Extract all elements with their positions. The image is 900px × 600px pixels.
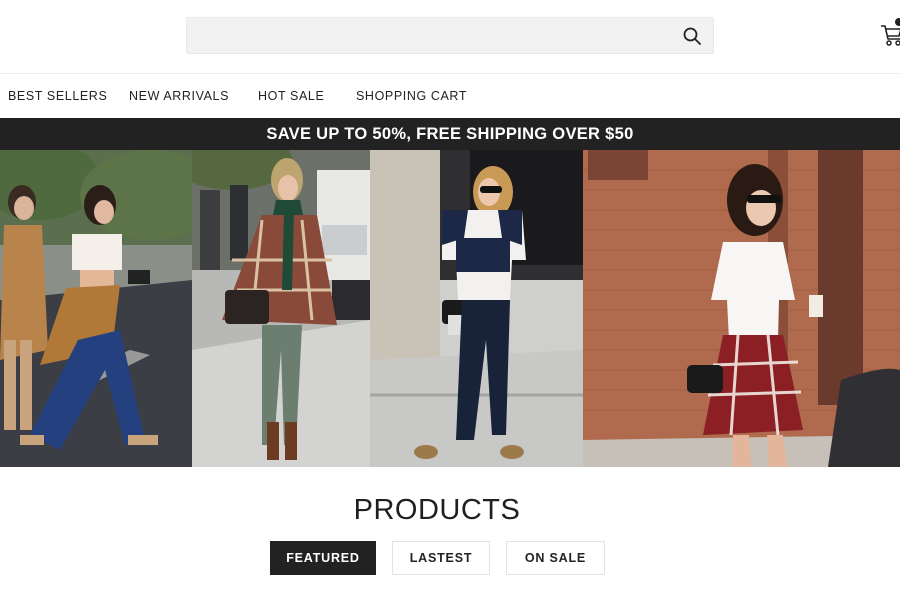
promo-banner: SAVE UP TO 50%, FREE SHIPPING OVER $50 bbox=[0, 118, 900, 150]
search-input[interactable] bbox=[187, 18, 667, 53]
nav-new-arrivals[interactable]: NEW ARRIVALS bbox=[129, 89, 229, 103]
tab-featured[interactable]: FEATURED bbox=[270, 541, 376, 575]
hero-photo-3[interactable] bbox=[370, 150, 583, 467]
nav-shopping-cart[interactable]: SHOPPING CART bbox=[356, 89, 467, 103]
hero-gallery bbox=[0, 150, 900, 467]
search-box bbox=[186, 17, 714, 54]
hero-photo-1[interactable] bbox=[0, 150, 192, 467]
search-icon[interactable] bbox=[681, 25, 703, 47]
hero-photo-2[interactable] bbox=[192, 150, 370, 467]
tab-lastest[interactable]: LASTEST bbox=[392, 541, 490, 575]
site-header bbox=[0, 0, 900, 74]
products-title: PRODUCTS bbox=[353, 494, 521, 526]
hero-photo-4[interactable] bbox=[583, 150, 900, 467]
main-nav: BEST SELLERS NEW ARRIVALS HOT SALE SHOPP… bbox=[0, 74, 900, 118]
nav-best-sellers[interactable]: BEST SELLERS bbox=[8, 89, 107, 103]
tab-on-sale[interactable]: ON SALE bbox=[506, 541, 605, 575]
promo-text: SAVE UP TO 50%, FREE SHIPPING OVER $50 bbox=[266, 124, 634, 143]
nav-hot-sale[interactable]: HOT SALE bbox=[258, 89, 324, 103]
cart-count-badge bbox=[895, 18, 900, 26]
